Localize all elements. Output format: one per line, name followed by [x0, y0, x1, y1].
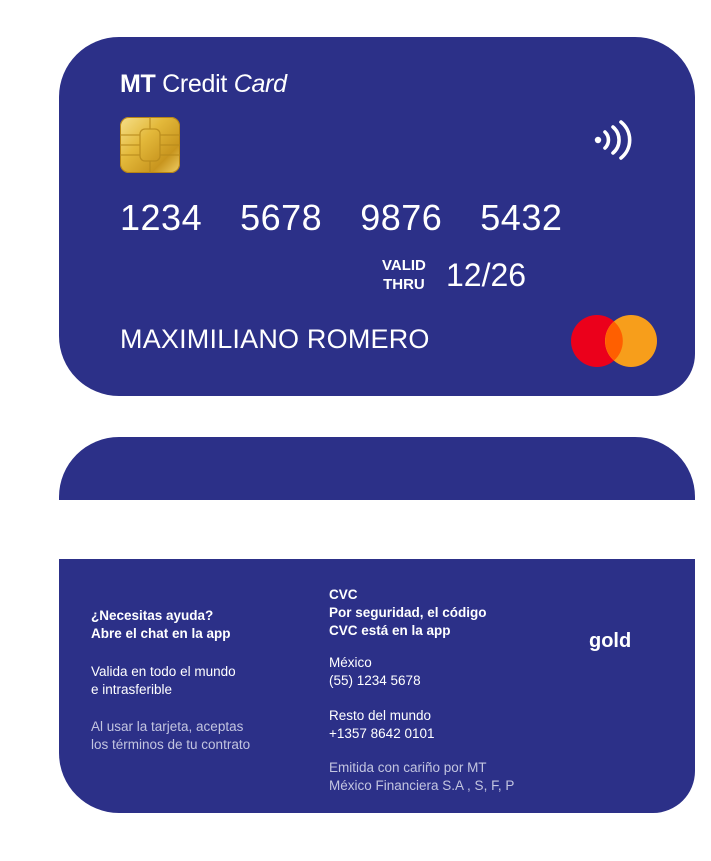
magnetic-stripe	[59, 500, 695, 559]
cvc-title: CVC	[329, 587, 358, 602]
help-line: ¿Necesitas ayuda?	[91, 608, 214, 623]
card-number-group: 5432	[480, 197, 563, 238]
card-number-group: 5678	[240, 197, 323, 238]
world-phone: +1357 8642 0101	[329, 726, 435, 741]
terms-text: Al usar la tarjeta, aceptas los términos…	[91, 718, 250, 754]
issuer-line: México Financiera S.A , S, F, P	[329, 778, 515, 793]
world-contact: Resto del mundo +1357 8642 0101	[329, 707, 434, 743]
card-brand-title: MT Credit Card	[120, 70, 287, 99]
cvc-line: CVC está en la app	[329, 623, 451, 638]
validity-text: Valida en todo el mundo e intrasferible	[91, 663, 236, 699]
validity-line: Valida en todo el mundo	[91, 664, 236, 679]
brand-italic: Card	[233, 70, 287, 98]
mastercard-logo-icon	[570, 314, 658, 368]
validity-line: e intrasferible	[91, 682, 173, 697]
valid-thru-label: VALID THRU	[382, 256, 426, 294]
valid-label-line2: THRU	[383, 276, 425, 293]
mexico-phone: (55) 1234 5678	[329, 673, 421, 688]
card-number-group: 1234	[120, 197, 203, 238]
mexico-contact: México (55) 1234 5678	[329, 654, 421, 690]
cardholder-name: MAXIMILIANO ROMERO	[120, 324, 430, 354]
issuer-line: Emitida con cariño por MT	[329, 760, 487, 775]
card-number: 1234 5678 9876 5432	[120, 197, 562, 239]
help-text: ¿Necesitas ayuda? Abre el chat en la app	[91, 607, 231, 643]
help-line: Abre el chat en la app	[91, 626, 231, 641]
issuer-text: Emitida con cariño por MT México Financi…	[329, 759, 514, 795]
brand-bold: MT	[120, 70, 156, 98]
chip-icon	[120, 117, 180, 173]
expiry-date: 12/26	[446, 257, 527, 293]
world-label: Resto del mundo	[329, 708, 432, 723]
cvc-info: CVC Por seguridad, el código CVC está en…	[329, 586, 487, 640]
card-tier-label: gold	[589, 630, 632, 652]
terms-line: Al usar la tarjeta, aceptas	[91, 719, 244, 734]
card-front: MT Credit Card 1234 5678 9876 5432 VALID…	[59, 37, 695, 396]
valid-label-line1: VALID	[382, 257, 426, 274]
terms-line: los términos de tu contrato	[91, 737, 251, 752]
brand-regular: Credit	[162, 70, 228, 98]
contactless-icon	[593, 119, 633, 161]
card-number-group: 9876	[360, 197, 443, 238]
mexico-label: México	[329, 655, 372, 670]
cvc-line: Por seguridad, el código	[329, 605, 487, 620]
card-back: ¿Necesitas ayuda? Abre el chat en la app…	[59, 437, 695, 813]
